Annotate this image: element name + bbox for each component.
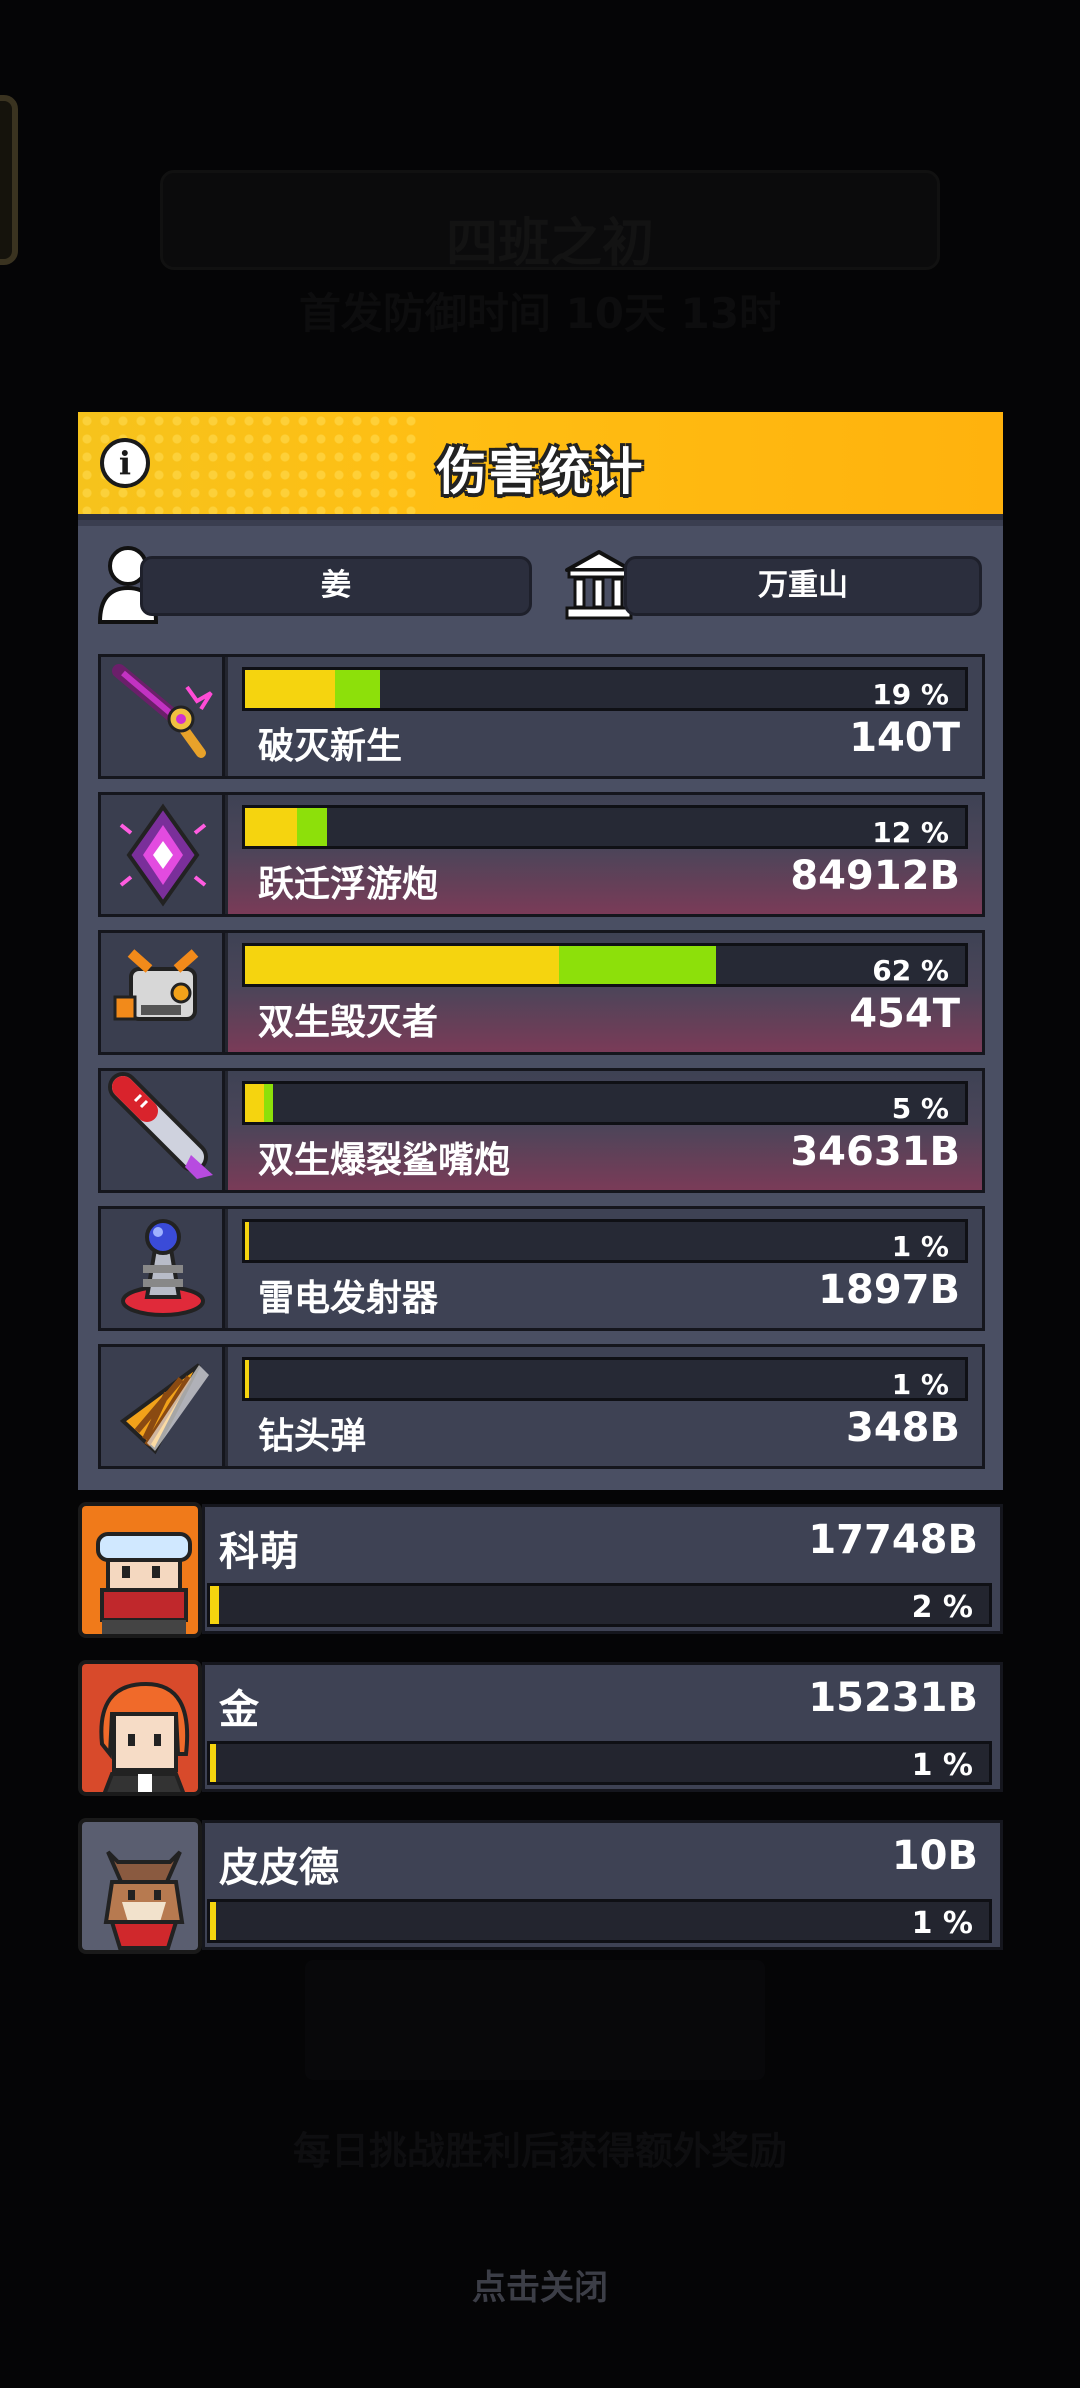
modal-body: 姜 万重山 19 % 破灭新生 140T 12 % 跃迁浮游炮 84912B 6… [78, 520, 1003, 1490]
hero-name: 皮皮德 [219, 1845, 339, 1891]
weapon-bar-green-fill [335, 670, 380, 708]
dog-hero-portrait [78, 1818, 202, 1954]
shark-rocket-icon [101, 1071, 225, 1190]
background-bottom-line: 每日挑战胜利后获得额外奖励 [292, 2129, 787, 2173]
tesla-coil-icon [101, 1209, 225, 1328]
hero-row: 科萌 17748B 2 % [78, 1502, 1003, 1638]
weapon-damage-value: 34631B [790, 1129, 960, 1175]
weapon-info: 12 % 跃迁浮游炮 84912B [228, 795, 982, 914]
weapon-bar-yellow-fill [245, 670, 335, 708]
weapon-bar-yellow-fill [245, 1360, 249, 1398]
hero-bar-fill [210, 1586, 219, 1624]
weapon-info: 19 % 破灭新生 140T [228, 657, 982, 776]
weapon-damage-value: 84912B [790, 853, 960, 899]
weapon-name: 跃迁浮游炮 [258, 864, 439, 905]
weapon-damage-value: 1897B [818, 1267, 960, 1313]
modal-header: i 伤害统计 [78, 412, 1003, 514]
player-name-field: 姜 [140, 556, 532, 616]
weapon-bar-green-fill [297, 808, 327, 846]
weapon-damage-bar: 12 % [242, 805, 968, 849]
weapon-damage-bar: 5 % [242, 1081, 968, 1125]
hero-info: 皮皮德 10B 1 % [202, 1820, 1003, 1950]
background-box [305, 1960, 765, 2080]
weapon-percent: 5 % [891, 1092, 949, 1125]
weapon-percent: 12 % [872, 816, 949, 849]
weapon-percent: 1 % [891, 1230, 949, 1263]
hero-damage-bar: 1 % [207, 1899, 992, 1943]
weapon-damage-bar: 1 % [242, 1219, 968, 1263]
hero-bar-fill [210, 1902, 216, 1940]
weapon-bar-green-fill [264, 1084, 273, 1122]
background-title-bar: 四班之初 [160, 170, 940, 274]
hero-row: 皮皮德 10B 1 % [78, 1818, 1003, 1954]
hero-row: 金 15231B 1 % [78, 1660, 1003, 1796]
weapon-name: 钻头弹 [258, 1416, 367, 1457]
hero-list: 科萌 17748B 2 % 金 15231B 1 % 皮皮德 10B 1 % [78, 1502, 1003, 1976]
weapon-bar-yellow-fill [245, 946, 559, 984]
weapon-row: 1 % 钻头弹 348B [98, 1344, 985, 1469]
background-title: 四班之初 [445, 214, 654, 274]
hero-info: 金 15231B 1 % [202, 1662, 1003, 1792]
goggles-hero-portrait [78, 1502, 202, 1638]
damage-stats-modal: i 伤害统计 姜 万重山 19 % 破灭新生 140T 12 % 跃迁浮游炮 8… [78, 412, 1003, 1490]
purple-crystal-icon [101, 795, 225, 914]
weapon-percent: 62 % [872, 954, 949, 987]
weapon-bar-yellow-fill [245, 1222, 249, 1260]
hero-info: 科萌 17748B 2 % [202, 1504, 1003, 1634]
weapon-bar-green-fill [559, 946, 716, 984]
red-hair-hero-portrait [78, 1660, 202, 1796]
hero-damage-value: 17748B [808, 1517, 978, 1563]
weapon-list: 19 % 破灭新生 140T 12 % 跃迁浮游炮 84912B 62 % 双生… [98, 654, 985, 1482]
weapon-row: 5 % 双生爆裂鲨嘴炮 34631B [98, 1068, 985, 1193]
modal-title: 伤害统计 [436, 443, 645, 501]
hero-percent: 2 % [911, 1590, 973, 1625]
weapon-bar-yellow-fill [245, 808, 297, 846]
weapon-damage-value: 140T [849, 715, 960, 761]
hero-bar-fill [210, 1744, 216, 1782]
weapon-damage-bar: 62 % [242, 943, 968, 987]
drill-shell-icon [101, 1347, 225, 1466]
weapon-name: 双生毁灭者 [258, 1002, 439, 1043]
weapon-name: 破灭新生 [258, 726, 403, 767]
close-hint[interactable]: 点击关闭 [0, 2260, 1080, 2309]
hero-damage-bar: 1 % [207, 1741, 992, 1785]
weapon-name: 双生爆裂鲨嘴炮 [258, 1140, 511, 1181]
weapon-info: 5 % 双生爆裂鲨嘴炮 34631B [228, 1071, 982, 1190]
hero-damage-bar: 2 % [207, 1583, 992, 1627]
purple-axe-icon [101, 657, 225, 776]
weapon-bar-yellow-fill [245, 1084, 264, 1122]
weapon-info: 1 % 钻头弹 348B [228, 1347, 982, 1466]
weapon-damage-value: 454T [849, 991, 960, 1037]
weapon-info: 62 % 双生毁灭者 454T [228, 933, 982, 1052]
weapon-row: 19 % 破灭新生 140T [98, 654, 985, 779]
hero-name: 科萌 [219, 1529, 299, 1575]
weapon-row: 1 % 雷电发射器 1897B [98, 1206, 985, 1331]
weapon-percent: 19 % [872, 678, 949, 711]
hero-damage-value: 15231B [808, 1675, 978, 1721]
weapon-row: 12 % 跃迁浮游炮 84912B [98, 792, 985, 917]
weapon-row: 62 % 双生毁灭者 454T [98, 930, 985, 1055]
weapon-info: 1 % 雷电发射器 1897B [228, 1209, 982, 1328]
weapon-percent: 1 % [891, 1368, 949, 1401]
weapon-damage-value: 348B [846, 1405, 960, 1451]
weapon-damage-bar: 1 % [242, 1357, 968, 1401]
weapon-name: 雷电发射器 [258, 1278, 439, 1319]
hero-percent: 1 % [911, 1748, 973, 1783]
guild-name-field: 万重山 [624, 556, 982, 616]
weapon-damage-bar: 19 % [242, 667, 968, 711]
background-subtitle: 首发防御时间 10天 13时 [298, 289, 782, 338]
background-badge [0, 95, 18, 265]
hero-percent: 1 % [911, 1906, 973, 1941]
hero-name: 金 [219, 1687, 259, 1733]
twin-destroyer-robot-icon [101, 933, 225, 1052]
hero-damage-value: 10B [891, 1833, 978, 1879]
